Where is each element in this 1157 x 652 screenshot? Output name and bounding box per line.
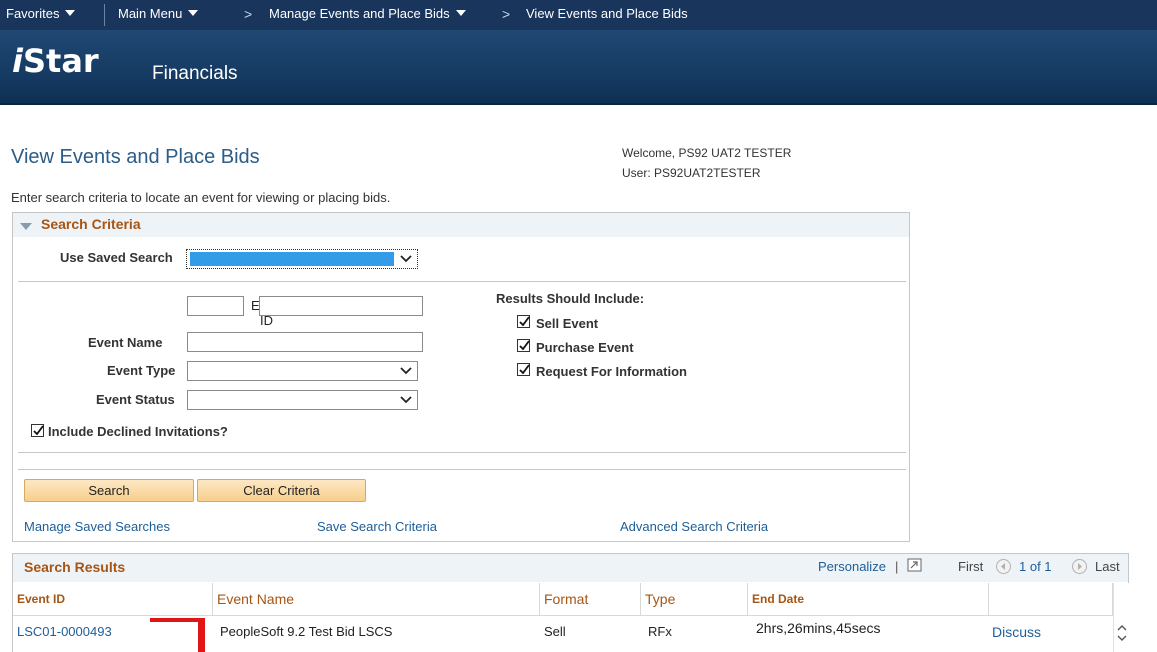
breadcrumb-dropdown-icon	[455, 10, 466, 16]
end-date-cell: 2hrs,26mins,45secs	[756, 620, 881, 636]
event-id-link[interactable]: LSC01-0000493	[13, 616, 112, 652]
top-navigation-bar: Favorites Main Menu > Manage Events and …	[0, 0, 1157, 30]
main-menu-dropdown-icon	[188, 10, 199, 16]
main-menu[interactable]: Main Menu	[118, 0, 199, 30]
checkbox-checked-icon	[519, 316, 530, 327]
format-cell: Sell	[544, 624, 566, 639]
sell-event-label: Sell Event	[536, 316, 599, 331]
event-id-field[interactable]	[259, 296, 423, 316]
column-header-format[interactable]: Format	[540, 583, 641, 615]
divider	[18, 281, 906, 282]
checkbox-checked-icon	[33, 425, 44, 436]
page-title: View Events and Place Bids	[11, 146, 260, 168]
manage-saved-searches-link[interactable]: Manage Saved Searches	[24, 519, 170, 534]
checkbox-checked-icon	[519, 340, 530, 351]
banner-divider	[0, 103, 1157, 105]
breadcrumb-chevron-icon: >	[502, 6, 511, 22]
favorites-label: Favorites	[6, 6, 60, 21]
user-text: User: PS92UAT2TESTER	[622, 166, 761, 180]
column-header-action	[989, 583, 1113, 615]
search-criteria-title[interactable]: Search Criteria	[41, 216, 141, 232]
dropdown-arrow-icon	[400, 396, 412, 404]
search-results-title: Search Results	[24, 559, 126, 575]
include-declined-label: Include Declined Invitations?	[48, 424, 228, 439]
logo-star: Star	[22, 42, 99, 80]
row-count: 1 of 1	[1019, 559, 1052, 574]
request-for-information-label: Request For Information	[536, 364, 687, 379]
breadcrumb-manage-events-label: Manage Events and Place Bids	[269, 6, 450, 21]
sell-event-checkbox[interactable]	[517, 315, 530, 328]
event-name-label: Event Name	[88, 335, 163, 350]
discuss-link[interactable]: Discuss	[988, 616, 1041, 652]
results-should-include-label: Results Should Include:	[496, 291, 645, 306]
request-for-information-checkbox[interactable]	[517, 363, 530, 376]
scroll-arrows-icon[interactable]	[1116, 623, 1128, 643]
event-type-label: Event Type	[107, 363, 176, 378]
divider	[18, 452, 906, 453]
event-status-label: Event Status	[96, 392, 175, 407]
event-type-select[interactable]	[187, 361, 418, 381]
dropdown-arrow-icon	[400, 367, 412, 375]
event-name-cell: PeopleSoft 9.2 Test Bid LSCS	[220, 624, 393, 639]
breadcrumb-manage-events[interactable]: Manage Events and Place Bids	[269, 0, 466, 30]
column-header-type[interactable]: Type	[641, 583, 748, 615]
personalize-grid-icon[interactable]	[907, 558, 923, 573]
saved-search-selection	[190, 252, 394, 266]
type-cell: RFx	[648, 624, 672, 639]
checkbox-checked-icon	[519, 364, 530, 375]
collapse-triangle-icon[interactable]	[20, 223, 32, 230]
logo-i: i	[12, 42, 23, 80]
include-declined-checkbox[interactable]	[31, 424, 44, 437]
annotation-highlight-top	[150, 618, 205, 622]
event-status-select[interactable]	[187, 390, 418, 410]
purchase-event-label: Purchase Event	[536, 340, 634, 355]
column-header-event-id[interactable]: Event ID	[13, 583, 213, 615]
last-label[interactable]: Last	[1095, 559, 1120, 574]
vertical-scrollbar[interactable]	[1113, 583, 1129, 652]
use-saved-search-select[interactable]	[186, 249, 418, 269]
favorites-dropdown-icon	[65, 10, 76, 16]
main-menu-label: Main Menu	[118, 6, 183, 21]
nav-divider	[104, 4, 105, 26]
save-search-criteria-link[interactable]: Save Search Criteria	[317, 519, 437, 534]
instructions-text: Enter search criteria to locate an event…	[11, 190, 391, 205]
breadcrumb-chevron-icon: >	[244, 6, 253, 22]
purchase-event-checkbox[interactable]	[517, 339, 530, 352]
event-name-field[interactable]	[187, 332, 423, 352]
favorites-menu[interactable]: Favorites	[6, 0, 76, 30]
clear-criteria-button[interactable]: Clear Criteria	[197, 479, 366, 502]
column-header-event-name[interactable]: Event Name	[213, 583, 540, 615]
event-id-operator-field[interactable]	[187, 296, 244, 316]
previous-arrow-icon[interactable]	[996, 559, 1011, 574]
dropdown-arrow-icon	[400, 255, 412, 263]
welcome-text: Welcome, PS92 UAT2 TESTER	[622, 146, 792, 160]
search-button[interactable]: Search	[24, 479, 194, 502]
first-label[interactable]: First	[958, 559, 983, 574]
personalize-link[interactable]: Personalize	[818, 559, 886, 574]
use-saved-search-label: Use Saved Search	[60, 250, 173, 265]
breadcrumb-view-events[interactable]: View Events and Place Bids	[526, 0, 688, 30]
logo-subtitle: Financials	[152, 63, 238, 84]
advanced-search-criteria-link[interactable]: Advanced Search Criteria	[620, 519, 768, 534]
search-criteria-header[interactable]	[13, 213, 909, 237]
next-arrow-icon[interactable]	[1072, 559, 1087, 574]
column-header-end-date[interactable]: End Date	[748, 583, 989, 615]
divider	[18, 469, 906, 470]
istar-logo: iStar	[12, 42, 99, 80]
pipe-separator: |	[895, 559, 899, 574]
